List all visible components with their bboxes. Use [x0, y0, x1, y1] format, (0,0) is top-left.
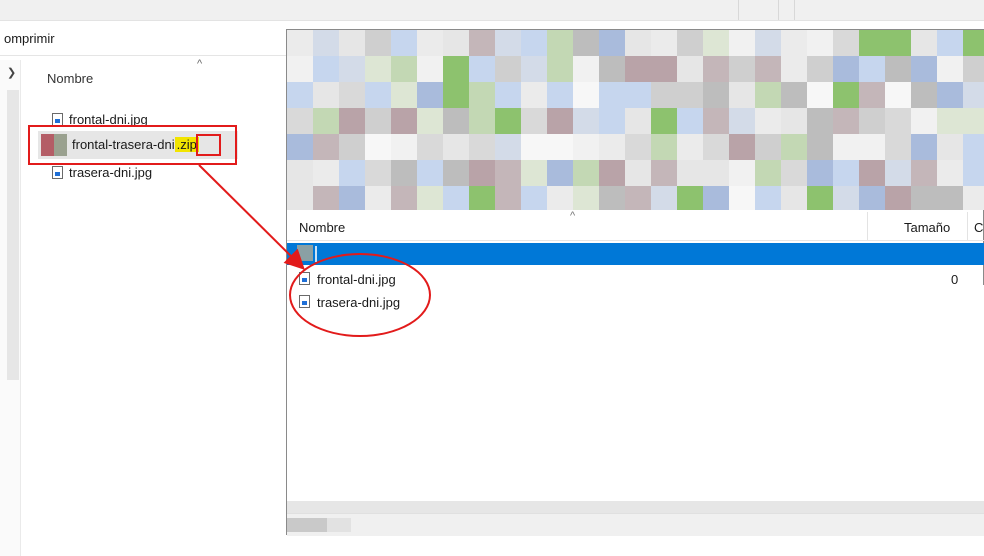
arrow-line: [198, 164, 305, 270]
annotation-arrow: [198, 164, 305, 270]
